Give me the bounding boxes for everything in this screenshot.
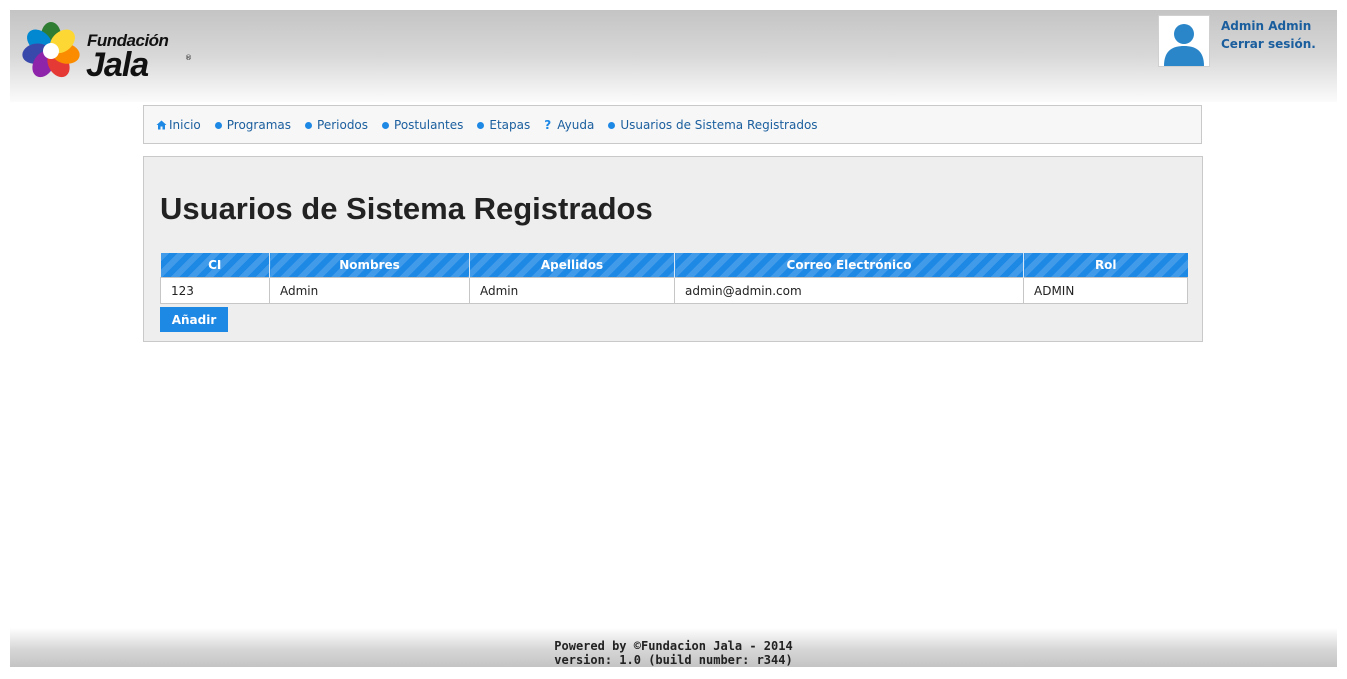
nav-item-inicio[interactable]: Inicio: [156, 118, 201, 132]
nav-item-label: Programas: [226, 118, 292, 132]
bullet-icon: [477, 121, 485, 129]
column-header-rol[interactable]: Rol: [1023, 253, 1188, 278]
cell-ci: 123: [160, 277, 270, 304]
column-header-apellidos[interactable]: Apellidos: [469, 253, 675, 278]
column-header-ci[interactable]: CI: [160, 253, 270, 278]
cell-rol: ADMIN: [1023, 277, 1188, 304]
column-header-correo[interactable]: Correo Electrónico: [674, 253, 1024, 278]
bullet-icon: [382, 121, 390, 129]
nav-item-periodos[interactable]: Periodos: [305, 118, 368, 132]
bullet-icon: [608, 121, 616, 129]
nav-item-ayuda[interactable]: ? Ayuda: [544, 118, 594, 132]
nav-item-usuarios[interactable]: Usuarios de Sistema Registrados: [608, 118, 818, 132]
nav-item-label: Ayuda: [557, 118, 595, 132]
app-header: Fundación Jala ® Admin Admin Cerrar sesi…: [10, 10, 1337, 102]
logo-swirl-icon: [22, 22, 80, 78]
registered-mark: ®: [185, 54, 192, 62]
logout-link[interactable]: Cerrar sesión.: [1221, 35, 1316, 53]
footer-copyright: Powered by ©Fundacion Jala - 2014: [554, 639, 793, 653]
nav-item-etapas[interactable]: Etapas: [477, 118, 530, 132]
bullet-icon: [305, 121, 313, 129]
nav-item-label: Inicio: [169, 118, 201, 132]
table-header-row: CI Nombres Apellidos Correo Electrónico …: [160, 253, 1188, 278]
logo-text-jala: Jala: [86, 46, 149, 84]
users-table: CI Nombres Apellidos Correo Electrónico …: [160, 253, 1188, 304]
user-silhouette-icon: [1164, 24, 1204, 66]
bullet-icon: [214, 121, 222, 129]
home-icon: [156, 120, 167, 130]
help-icon: ?: [544, 118, 552, 132]
nav-item-programas[interactable]: Programas: [214, 118, 292, 132]
user-info: Admin Admin Cerrar sesión.: [1221, 17, 1316, 53]
nav-item-label: Etapas: [489, 118, 531, 132]
cell-apellidos: Admin: [469, 277, 675, 304]
nav-item-label: Periodos: [317, 118, 369, 132]
nav-item-postulantes[interactable]: Postulantes: [382, 118, 463, 132]
cell-nombres: Admin: [269, 277, 470, 304]
cell-correo: admin@admin.com: [674, 277, 1024, 304]
footer-version: version: 1.0 (build number: r344): [554, 653, 793, 667]
content-panel: Usuarios de Sistema Registrados CI Nombr…: [143, 156, 1203, 342]
nav-item-label: Postulantes: [394, 118, 464, 132]
table-row[interactable]: 123 Admin Admin admin@admin.com ADMIN: [160, 277, 1188, 304]
user-avatar[interactable]: [1158, 15, 1210, 67]
nav-item-label: Usuarios de Sistema Registrados: [620, 118, 818, 132]
column-header-nombres[interactable]: Nombres: [269, 253, 470, 278]
app-footer: Powered by ©Fundacion Jala - 2014 versio…: [10, 628, 1337, 667]
page-title: Usuarios de Sistema Registrados: [160, 191, 653, 226]
main-navigation: Inicio Programas Periodos Postulantes Et…: [143, 105, 1202, 144]
add-user-button[interactable]: Añadir: [160, 307, 228, 332]
user-name[interactable]: Admin Admin: [1221, 17, 1316, 35]
fundacion-jala-logo[interactable]: Fundación Jala ®: [20, 20, 192, 84]
